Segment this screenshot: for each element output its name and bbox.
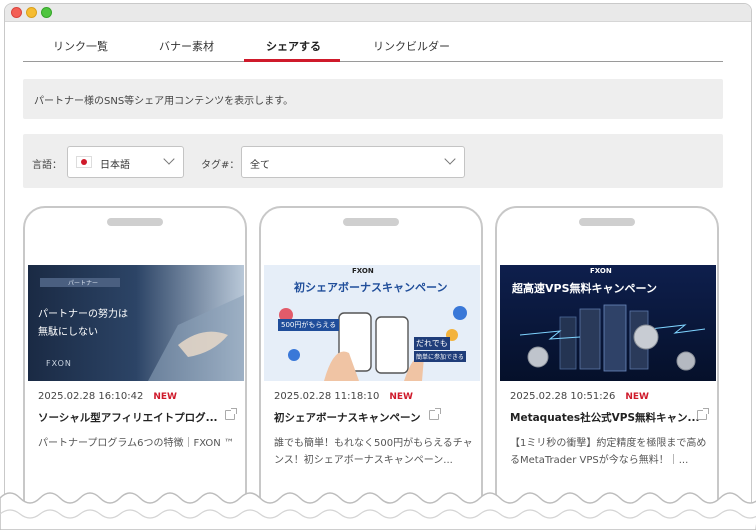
language-select[interactable]: 日本語 bbox=[67, 146, 184, 178]
card-date-text: 2025.02.28 10:51:26 bbox=[510, 391, 616, 402]
minimize-window-icon[interactable] bbox=[26, 7, 37, 18]
chevron-down-icon bbox=[163, 153, 175, 165]
banner-sub: 500円がもらえる bbox=[278, 319, 340, 331]
banner-logo: FXON bbox=[352, 267, 374, 275]
new-badge: NEW bbox=[625, 392, 649, 402]
share-card-partner-program[interactable]: パートナー パートナーの努力は 無駄にしない FXON 2025.02.28 1… bbox=[23, 206, 247, 530]
japan-flag-icon bbox=[76, 156, 92, 168]
banner-headline: 超高速VPS無料キャンペーン bbox=[512, 282, 657, 295]
share-card-vps-campaign[interactable]: FXON 超高速VPS無料キャンペーン 2025.02.28 10:51:26 N… bbox=[495, 206, 719, 530]
card-description: パートナープログラム6つの特徴｜FXON ™ bbox=[38, 438, 234, 449]
card-date-text: 2025.02.28 11:18:10 bbox=[274, 391, 380, 402]
card-date: 2025.02.28 16:10:42 NEW bbox=[38, 391, 177, 402]
phone-speaker bbox=[343, 218, 399, 226]
filter-bar: 言語： 日本語 タグ#： 全て bbox=[23, 134, 723, 188]
card-date-text: 2025.02.28 16:10:42 bbox=[38, 391, 144, 402]
external-link-icon[interactable] bbox=[429, 408, 441, 420]
new-badge: NEW bbox=[153, 392, 177, 402]
banner-image[interactable]: パートナー パートナーの努力は 無駄にしない FXON bbox=[28, 265, 244, 381]
tag-label: タグ#： bbox=[201, 160, 240, 171]
card-title[interactable]: Metaquates社公式VPS無料キャン... bbox=[510, 410, 700, 425]
active-tab-indicator bbox=[244, 59, 340, 62]
banner-line1: パートナーの努力は bbox=[38, 309, 128, 320]
phone-speaker bbox=[107, 218, 163, 226]
chevron-down-icon bbox=[444, 153, 456, 165]
notice-text: パートナー様のSNS等シェア用コンテンツを表示します。 bbox=[34, 96, 294, 107]
card-description: 誰でも簡単！もれなく500円がもらえるチャンス！初シェアボーナスキャンペーン..… bbox=[274, 438, 473, 466]
card-title[interactable]: ソーシャル型アフィリエイトプログ... bbox=[38, 410, 218, 425]
card-date: 2025.02.28 11:18:10 NEW bbox=[274, 391, 413, 402]
tag-select[interactable]: 全て bbox=[241, 146, 465, 178]
language-label: 言語： bbox=[32, 160, 62, 171]
banner-line2: 無駄にしない bbox=[38, 327, 98, 338]
tag-select-value: 全て bbox=[250, 160, 270, 171]
external-link-icon[interactable] bbox=[225, 408, 237, 420]
card-date: 2025.02.28 10:51:26 NEW bbox=[510, 391, 649, 402]
language-select-value: 日本語 bbox=[100, 160, 130, 171]
banner-logo: FXON bbox=[46, 359, 72, 368]
card-description: 【1ミリ秒の衝撃】約定精度を極限まで高めるMetaTrader VPSが今なら無… bbox=[510, 438, 707, 466]
banner-tagline2: 簡単に参加できる bbox=[414, 351, 466, 362]
tab-link-builder[interactable]: リンクビルダー bbox=[373, 38, 450, 54]
new-badge: NEW bbox=[389, 392, 413, 402]
tab-banner-materials[interactable]: バナー素材 bbox=[159, 38, 214, 54]
banner-tag: パートナー bbox=[68, 280, 99, 287]
phone-speaker bbox=[579, 218, 635, 226]
share-card-first-share-bonus[interactable]: FXON 初シェアボーナスキャンペーン 500円がもらえる だれでも 簡単に参加… bbox=[259, 206, 483, 530]
info-notice: パートナー様のSNS等シェア用コンテンツを表示します。 bbox=[23, 79, 723, 119]
tab-bar: リンク一覧 バナー素材 シェアする リンクビルダー bbox=[23, 31, 723, 62]
banner-logo: FXON bbox=[590, 267, 612, 275]
external-link-icon[interactable] bbox=[697, 408, 709, 420]
banner-headline: 初シェアボーナスキャンペーン bbox=[294, 281, 448, 294]
close-window-icon[interactable] bbox=[11, 7, 22, 18]
window-titlebar bbox=[5, 4, 751, 22]
maximize-window-icon[interactable] bbox=[41, 7, 52, 18]
tab-link-list[interactable]: リンク一覧 bbox=[53, 38, 108, 54]
banner-image[interactable]: FXON 初シェアボーナスキャンペーン 500円がもらえる だれでも 簡単に参加… bbox=[264, 265, 480, 381]
tab-share[interactable]: シェアする bbox=[266, 38, 321, 54]
torn-edge-decoration bbox=[0, 492, 756, 530]
banner-tagline1: だれでも bbox=[414, 337, 450, 350]
banner-image[interactable]: FXON 超高速VPS無料キャンペーン bbox=[500, 265, 716, 381]
card-title[interactable]: 初シェアボーナスキャンペーン bbox=[274, 410, 420, 425]
